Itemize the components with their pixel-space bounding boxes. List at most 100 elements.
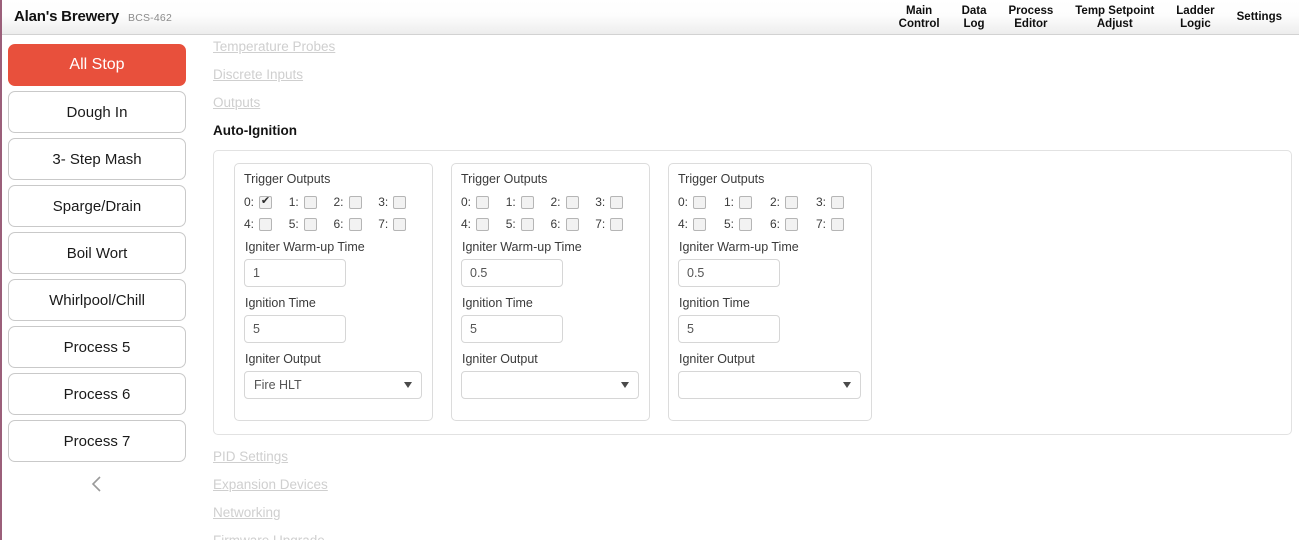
brand: Alan's Brewery BCS-462 [14,8,172,25]
trigger-output-label-4: 4: [678,217,689,231]
chevron-down-icon [621,382,629,388]
chevron-down-icon [404,382,412,388]
trigger-output-checkbox-grid: 0: ✔ 1: ✔ 2: ✔ 3: ✔ 4: ✔ 5: ✔ 6: ✔ 7: ✔ [244,195,423,231]
trigger-outputs-label: Trigger Outputs [461,172,548,186]
trigger-output-checkbox-4[interactable]: ✔ [476,217,490,231]
trigger-output-checkbox-4[interactable]: ✔ [693,217,707,231]
trigger-output-checkbox-7[interactable]: ✔ [831,217,845,231]
igniter-output-selected-value: Fire HLT [254,378,302,392]
trigger-output-checkbox-1[interactable]: ✔ [520,195,534,209]
trigger-output-label-6: 6: [333,217,344,231]
trigger-output-label-5: 5: [724,217,735,231]
trigger-outputs-label: Trigger Outputs [244,172,331,186]
trigger-output-checkbox-6[interactable]: ✔ [565,217,579,231]
trigger-output-5: 5: ✔ [506,217,551,231]
ignition-time-input[interactable] [461,315,563,343]
trigger-output-2: 2: ✔ [551,195,596,209]
ignition-time-input[interactable] [244,315,346,343]
trigger-output-2: 2: ✔ [334,195,379,209]
trigger-output-checkbox-6[interactable]: ✔ [785,217,799,231]
trigger-output-label-0: 0: [678,195,689,209]
trigger-output-label-3: 3: [816,195,827,209]
nav-item-ladder-logic[interactable]: Ladder Logic [1165,5,1225,31]
trigger-output-checkbox-0[interactable]: ✔ [693,195,707,209]
trigger-output-label-0: 0: [244,195,255,209]
trigger-output-7: 7: ✔ [595,217,640,231]
trigger-output-checkbox-7[interactable]: ✔ [393,217,407,231]
ignition-time-input[interactable] [678,315,780,343]
nav-item-settings[interactable]: Settings [1226,11,1293,24]
trigger-output-5: 5: ✔ [289,217,334,231]
settings-link-discrete-inputs[interactable]: Discrete Inputs [213,67,303,82]
settings-link-temperature-probes[interactable]: Temperature Probes [213,39,335,54]
settings-link-networking[interactable]: Networking [213,505,281,520]
brand-title: Alan's Brewery [14,8,119,25]
trigger-output-checkbox-5[interactable]: ✔ [303,217,317,231]
settings-link-expansion-devices[interactable]: Expansion Devices [213,477,328,492]
trigger-output-label-6: 6: [550,217,561,231]
trigger-output-label-3: 3: [595,195,606,209]
trigger-output-6: 6: ✔ [334,217,379,231]
brand-model: BCS-462 [127,12,172,24]
trigger-output-label-7: 7: [595,217,606,231]
igniter-output-select[interactable]: Fire HLT [244,371,422,399]
sidebar-button-dough-in[interactable]: Dough In [8,91,186,133]
trigger-output-0: 0: ✔ [461,195,506,209]
igniter-output-select[interactable] [678,371,861,399]
trigger-output-0: 0: ✔ [678,195,724,209]
nav-item-data-log[interactable]: Data Log [951,5,998,31]
trigger-output-label-4: 4: [461,217,472,231]
sidebar-button-process-5[interactable]: Process 5 [8,326,186,368]
ignition-time-label: Ignition Time [679,296,750,310]
nav-item-temp-setpoint-adjust[interactable]: Temp Setpoint Adjust [1064,5,1165,31]
chevron-left-icon [91,476,101,492]
trigger-output-1: 1: ✔ [724,195,770,209]
sidebar-button-3-step-mash[interactable]: 3- Step Mash [8,138,186,180]
trigger-output-6: 6: ✔ [770,217,816,231]
sidebar-button-process-6[interactable]: Process 6 [8,373,186,415]
trigger-output-checkbox-2[interactable]: ✔ [348,195,362,209]
igniter-warmup-time-label: Igniter Warm-up Time [679,240,799,254]
nav-item-process-editor[interactable]: Process Editor [998,5,1065,31]
trigger-output-checkbox-2[interactable]: ✔ [785,195,799,209]
trigger-output-label-3: 3: [378,195,389,209]
trigger-output-checkbox-3[interactable]: ✔ [393,195,407,209]
sidebar-button-all-stop[interactable]: All Stop [8,44,186,86]
trigger-output-checkbox-1[interactable]: ✔ [303,195,317,209]
sidebar-button-sparge-drain[interactable]: Sparge/Drain [8,185,186,227]
auto-ignition-card-row: Trigger Outputs 0: ✔ 1: ✔ 2: ✔ 3: ✔ 4: ✔ 5: ✔ 6: ✔ 7: ✔ I… [234,163,1291,421]
sidebar-button-whirlpool-chill[interactable]: Whirlpool/Chill [8,279,186,321]
igniter-output-select[interactable] [461,371,639,399]
sidebar-collapse-button[interactable] [8,467,186,501]
trigger-output-checkbox-3[interactable]: ✔ [831,195,845,209]
trigger-output-checkbox-5[interactable]: ✔ [739,217,753,231]
sidebar-button-boil-wort[interactable]: Boil Wort [8,232,186,274]
trigger-output-checkbox-0[interactable]: ✔ [259,195,273,209]
igniter-warmup-time-label: Igniter Warm-up Time [462,240,582,254]
trigger-output-label-5: 5: [288,217,299,231]
igniter-warmup-time-input[interactable] [461,259,563,287]
sidebar: All Stop Dough In 3- Step Mash Sparge/Drain… [2,36,192,540]
trigger-output-checkbox-4[interactable]: ✔ [259,217,273,231]
settings-section-links-bottom: PID Settings Expansion Devices Networking F… [202,449,1299,540]
igniter-warmup-time-input[interactable] [244,259,346,287]
settings-link-outputs[interactable]: Outputs [213,95,260,110]
trigger-output-checkbox-6[interactable]: ✔ [348,217,362,231]
trigger-output-checkbox-1[interactable]: ✔ [739,195,753,209]
trigger-output-checkbox-0[interactable]: ✔ [476,195,490,209]
igniter-warmup-time-input[interactable] [678,259,780,287]
trigger-output-checkbox-7[interactable]: ✔ [610,217,624,231]
igniter-output-label: Igniter Output [245,352,321,366]
app-root: Alan's Brewery BCS-462 Main Control Data … [0,0,1299,540]
trigger-output-checkbox-5[interactable]: ✔ [520,217,534,231]
nav-item-main-control[interactable]: Main Control [888,5,951,31]
sidebar-button-list: All Stop Dough In 3- Step Mash Sparge/Drain… [8,44,186,462]
trigger-output-checkbox-3[interactable]: ✔ [610,195,624,209]
sidebar-button-process-7[interactable]: Process 7 [8,420,186,462]
trigger-output-label-2: 2: [550,195,561,209]
trigger-output-checkbox-2[interactable]: ✔ [565,195,579,209]
auto-ignition-card: Trigger Outputs 0: ✔ 1: ✔ 2: ✔ 3: ✔ 4: ✔ 5: ✔ 6: ✔ 7: ✔ I… [668,163,872,421]
chevron-down-icon [843,382,851,388]
settings-link-pid-settings[interactable]: PID Settings [213,449,288,464]
settings-link-firmware-upgrade[interactable]: Firmware Upgrade [213,533,325,540]
